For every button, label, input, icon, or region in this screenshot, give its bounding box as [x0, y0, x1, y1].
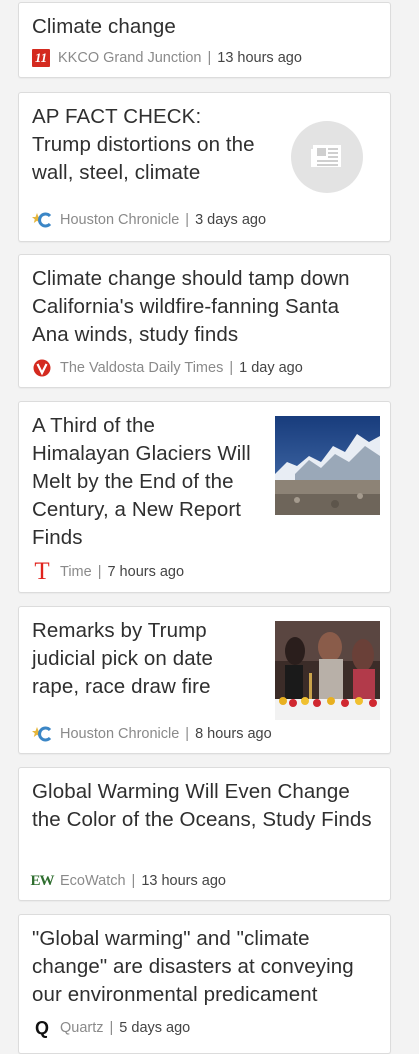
article-meta: EW EcoWatch | 13 hours ago — [30, 871, 226, 891]
houston-chronicle-logo-icon — [32, 210, 52, 230]
article-time: 13 hours ago — [217, 50, 302, 66]
article-title[interactable]: Remarks by Trump judicial pick on date r… — [32, 617, 257, 701]
article-thumbnail[interactable] — [275, 621, 380, 720]
article-time: 1 day ago — [239, 360, 303, 376]
article-card[interactable]: Remarks by Trump judicial pick on date r… — [18, 606, 391, 754]
article-thumbnail[interactable] — [275, 416, 380, 515]
article-card[interactable]: Climate change should tamp down Californ… — [18, 254, 391, 388]
article-title[interactable]: "Global warming" and "climate change" ar… — [32, 925, 377, 1009]
article-source[interactable]: Time — [60, 564, 92, 580]
valdosta-logo-icon — [32, 358, 52, 378]
meta-separator: | — [97, 564, 102, 580]
article-title[interactable]: AP FACT CHECK: Trump distortions on the … — [32, 103, 260, 187]
time-logo: T — [34, 558, 50, 585]
article-source[interactable]: KKCO Grand Junction — [58, 50, 201, 66]
meta-separator: | — [185, 726, 190, 742]
article-title[interactable]: Climate change — [32, 13, 372, 41]
article-time: 5 days ago — [119, 1020, 191, 1036]
meta-separator: | — [229, 360, 234, 376]
meta-separator: | — [109, 1020, 114, 1036]
kkco-logo: 11 — [32, 49, 50, 67]
article-card[interactable]: "Global warming" and "climate change" ar… — [18, 914, 391, 1054]
ecowatch-logo: EW — [30, 872, 55, 889]
article-meta: Houston Chronicle | 3 days ago — [32, 210, 266, 230]
article-title[interactable]: A Third of the Himalayan Glaciers Will M… — [32, 412, 257, 552]
article-source[interactable]: Houston Chronicle — [60, 726, 179, 742]
article-source[interactable]: Houston Chronicle — [60, 212, 179, 228]
article-card[interactable]: Global Warming Will Even Change the Colo… — [18, 767, 391, 901]
article-source[interactable]: EcoWatch — [60, 873, 126, 889]
article-time: 3 days ago — [195, 212, 267, 228]
article-thumbnail-placeholder[interactable] — [291, 121, 363, 193]
article-source[interactable]: Quartz — [60, 1020, 104, 1036]
article-time: 8 hours ago — [195, 726, 272, 742]
article-meta: 11 KKCO Grand Junction | 13 hours ago — [32, 49, 302, 67]
meta-separator: | — [185, 212, 190, 228]
event-photo-image — [275, 621, 380, 720]
mountain-glacier-image — [275, 416, 380, 515]
article-meta: The Valdosta Daily Times | 1 day ago — [32, 358, 303, 378]
meta-separator: | — [131, 873, 136, 889]
meta-separator: | — [207, 50, 212, 66]
houston-chronicle-logo-icon — [32, 724, 52, 744]
news-feed: Climate change 11 KKCO Grand Junction | … — [0, 0, 419, 1054]
article-title[interactable]: Climate change should tamp down Californ… — [32, 265, 377, 349]
article-meta: Houston Chronicle | 8 hours ago — [32, 724, 272, 744]
article-card[interactable]: AP FACT CHECK: Trump distortions on the … — [18, 92, 391, 242]
newspaper-icon — [311, 145, 341, 167]
article-time: 13 hours ago — [141, 873, 226, 889]
article-meta: T Time | 7 hours ago — [32, 558, 185, 585]
article-card[interactable]: A Third of the Himalayan Glaciers Will M… — [18, 401, 391, 593]
article-title[interactable]: Global Warming Will Even Change the Colo… — [32, 778, 372, 834]
article-source[interactable]: The Valdosta Daily Times — [60, 360, 223, 376]
article-time: 7 hours ago — [107, 564, 185, 580]
article-card[interactable]: Climate change 11 KKCO Grand Junction | … — [18, 2, 391, 78]
article-meta: Q Quartz | 5 days ago — [32, 1018, 190, 1038]
quartz-logo: Q — [34, 1017, 49, 1038]
